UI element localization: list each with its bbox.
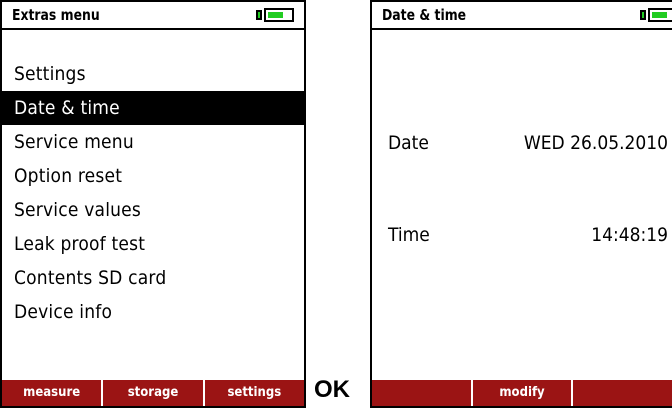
battery-fill <box>268 12 284 18</box>
menu-item[interactable]: Date & time <box>2 91 304 125</box>
menu-item[interactable]: Settings <box>2 57 304 91</box>
menu-item[interactable]: Service menu <box>2 125 304 159</box>
date-label: Date <box>388 132 429 154</box>
battery-icon <box>640 8 672 22</box>
softkey-bar: measure storage settings <box>2 380 304 406</box>
softkey-settings[interactable]: settings <box>202 380 304 406</box>
softkey-bar: modify <box>372 380 672 406</box>
menu-item[interactable]: Contents SD card <box>2 261 304 295</box>
softkey-measure[interactable]: measure <box>2 380 101 406</box>
title-bar: Extras menu <box>2 2 304 30</box>
time-label: Time <box>388 224 430 246</box>
softkey-right[interactable] <box>571 380 672 406</box>
menu-item[interactable]: Service values <box>2 193 304 227</box>
ok-key-label: OK <box>314 376 350 403</box>
screen-title: Date & time <box>382 6 467 24</box>
time-value: 14:48:19 <box>591 224 668 246</box>
softkey-modify[interactable]: modify <box>470 380 572 406</box>
extras-menu-list: Settings Date & time Service menu Option re… <box>2 57 304 329</box>
screen-title: Extras menu <box>12 6 100 24</box>
battery-fill <box>652 12 668 18</box>
menu-item[interactable]: Device info <box>2 295 304 329</box>
date-time-screen: Date & time Date WED 26.05.2010 Time 14:… <box>370 0 672 408</box>
battery-icon <box>256 8 296 22</box>
date-value: WED 26.05.2010 <box>523 132 668 154</box>
extras-menu-screen: Extras menu Settings Date & time Service m… <box>0 0 306 408</box>
softkey-storage[interactable]: storage <box>101 380 202 406</box>
title-bar: Date & time <box>372 2 672 30</box>
softkey-left[interactable] <box>372 380 471 406</box>
menu-item[interactable]: Leak proof test <box>2 227 304 261</box>
menu-item[interactable]: Option reset <box>2 159 304 193</box>
